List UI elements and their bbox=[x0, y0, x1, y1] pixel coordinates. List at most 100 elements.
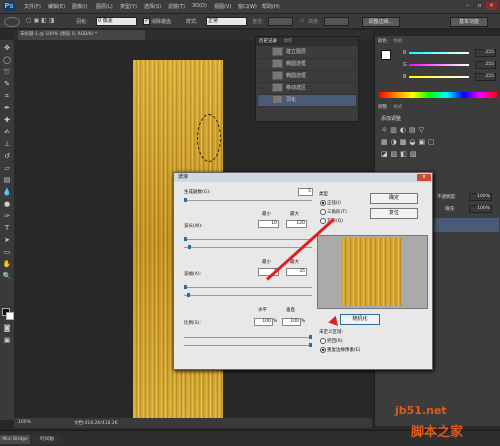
eyedropper-tool-icon[interactable]: ✒ bbox=[2, 104, 12, 113]
adjustments-tab[interactable]: 调整 bbox=[378, 105, 387, 110]
color-spectrum[interactable] bbox=[379, 92, 497, 98]
shape-tool-icon[interactable]: ▭ bbox=[2, 248, 12, 257]
document-tab[interactable]: 未标题-1 @ 100% (图层 0, RGB/8) * bbox=[18, 30, 145, 40]
wrap-around-radio[interactable] bbox=[320, 338, 326, 344]
selection-mode-icons[interactable]: ▢ ▣ ◧ ◨ bbox=[26, 17, 66, 25]
actions-tab[interactable]: 动作 bbox=[283, 39, 292, 44]
close-icon[interactable]: × bbox=[486, 2, 497, 10]
reset-button[interactable]: 复位 bbox=[370, 208, 418, 219]
height-input[interactable] bbox=[324, 17, 349, 26]
move-tool-icon[interactable]: ✥ bbox=[2, 44, 12, 53]
style-select[interactable]: 正常 bbox=[206, 17, 247, 26]
quick-select-tool-icon[interactable]: ✎ bbox=[2, 80, 12, 89]
history-item[interactable]: 建立图层 bbox=[258, 47, 356, 59]
dialog-close-icon[interactable]: × bbox=[417, 174, 431, 181]
opacity-label: 不透明度: bbox=[437, 195, 457, 200]
ellipse-marquee-icon[interactable] bbox=[4, 17, 20, 27]
feather-input[interactable]: 0 像素 bbox=[96, 17, 137, 26]
scale-h-slider[interactable] bbox=[309, 335, 312, 339]
swatches-tab[interactable]: 色板 bbox=[393, 39, 402, 44]
menu-help[interactable]: 帮助(H) bbox=[262, 3, 280, 10]
eraser-tool-icon[interactable]: ▱ bbox=[2, 164, 12, 173]
randomize-button[interactable]: 随机化 bbox=[340, 314, 380, 325]
history-item[interactable]: 椭圆选框 bbox=[258, 71, 356, 83]
amplitude-max-input[interactable]: 35 bbox=[286, 268, 307, 276]
hand-tool-icon[interactable]: ✋ bbox=[2, 260, 12, 269]
history-item[interactable]: 移动选区 bbox=[258, 83, 356, 95]
styles-tab[interactable]: 样式 bbox=[393, 105, 402, 110]
fg-color-preview[interactable] bbox=[381, 50, 391, 60]
menu-image[interactable]: 图像(I) bbox=[72, 3, 87, 10]
adjustment-icons-row1[interactable]: ☼▥◐▤▽ bbox=[381, 126, 491, 134]
history-tab[interactable]: 历史记录 bbox=[259, 39, 277, 44]
mini-bridge-tab[interactable]: Mini Bridge bbox=[0, 435, 30, 444]
wavelength-max-input[interactable]: 120 bbox=[286, 220, 307, 228]
fill-input[interactable]: 100% bbox=[469, 205, 492, 213]
gradient-tool-icon[interactable]: ▤ bbox=[2, 176, 12, 185]
blur-tool-icon[interactable]: 💧 bbox=[2, 188, 12, 197]
lasso-tool-icon[interactable]: ➰ bbox=[2, 68, 12, 77]
path-select-tool-icon[interactable]: ➤ bbox=[2, 236, 12, 245]
type-triangle-radio[interactable] bbox=[320, 209, 326, 215]
timeline-tab[interactable]: 时间轴 bbox=[32, 435, 62, 444]
antialias-checkbox[interactable]: ✓ bbox=[143, 18, 150, 25]
r-slider[interactable] bbox=[409, 52, 469, 54]
swap-icon[interactable]: ⇄ bbox=[300, 18, 304, 24]
color-tab[interactable]: 颜色 bbox=[378, 39, 387, 44]
repeat-edge-radio[interactable] bbox=[320, 347, 326, 353]
quick-mask-icon[interactable]: ◙ bbox=[2, 324, 12, 333]
screen-mode-icon[interactable]: ▣ bbox=[2, 336, 12, 345]
generators-slider[interactable] bbox=[184, 198, 187, 202]
type-square-radio[interactable] bbox=[320, 218, 326, 224]
wavelength-max-slider[interactable] bbox=[188, 245, 191, 249]
menu-layer[interactable]: 图层(L) bbox=[96, 3, 113, 10]
adjustment-icons-row2[interactable]: ▦◑▩◒▣▢ bbox=[381, 138, 491, 146]
scale-h-input[interactable]: 100 bbox=[254, 318, 273, 326]
b-value[interactable]: 255 bbox=[475, 73, 496, 81]
refine-edge-button[interactable]: 调整边缘... bbox=[362, 17, 400, 27]
pen-tool-icon[interactable]: ✑ bbox=[2, 212, 12, 221]
minimize-icon[interactable]: – bbox=[462, 2, 473, 10]
menu-filter[interactable]: 滤镜(T) bbox=[168, 3, 185, 10]
g-slider[interactable] bbox=[409, 64, 469, 66]
menu-window[interactable]: 窗口(W) bbox=[238, 3, 257, 10]
menu-view[interactable]: 视图(V) bbox=[214, 3, 231, 10]
zoom-tool-icon[interactable]: 🔍 bbox=[2, 272, 12, 281]
scale-v-input[interactable]: 100 bbox=[282, 318, 301, 326]
wavelength-min-slider[interactable] bbox=[184, 237, 187, 241]
maximize-icon[interactable]: ▫ bbox=[474, 2, 485, 10]
history-item[interactable]: 椭圆选框 bbox=[258, 59, 356, 71]
amplitude-min-slider[interactable] bbox=[184, 285, 187, 289]
menu-3d[interactable]: 3D(D) bbox=[192, 3, 207, 9]
scale-v-slider[interactable] bbox=[309, 343, 312, 347]
layer-row-selected[interactable] bbox=[427, 218, 499, 232]
stamp-tool-icon[interactable]: ⊥ bbox=[2, 140, 12, 149]
ok-button[interactable]: 确定 bbox=[370, 193, 418, 204]
amplitude-max-slider[interactable] bbox=[187, 293, 190, 297]
ellipse-selection[interactable] bbox=[197, 114, 221, 162]
type-sine-radio[interactable] bbox=[320, 200, 326, 206]
dodge-tool-icon[interactable]: ● bbox=[2, 200, 12, 209]
r-value[interactable]: 255 bbox=[475, 49, 496, 57]
history-brush-tool-icon[interactable]: ↺ bbox=[2, 152, 12, 161]
brush-tool-icon[interactable]: ✍ bbox=[2, 128, 12, 137]
generators-input[interactable]: 5 bbox=[298, 188, 313, 196]
marquee-tool-icon[interactable]: ◯ bbox=[2, 56, 12, 65]
menu-edit[interactable]: 编辑(E) bbox=[48, 3, 65, 10]
wavelength-min-input[interactable]: 10 bbox=[258, 220, 279, 228]
menu-file[interactable]: 文件(F) bbox=[24, 3, 41, 10]
adjustment-icons-row3[interactable]: ◪▨◧▧ bbox=[381, 150, 491, 158]
zoom-level[interactable]: 100% bbox=[18, 420, 31, 425]
type-tool-icon[interactable]: T bbox=[2, 224, 12, 233]
width-input[interactable] bbox=[268, 17, 293, 26]
menu-select[interactable]: 选择(S) bbox=[144, 3, 161, 10]
workspace-select[interactable]: 基本功能 bbox=[450, 17, 488, 27]
g-value[interactable]: 255 bbox=[475, 61, 496, 69]
b-slider[interactable] bbox=[409, 76, 469, 78]
background-color-swatch[interactable] bbox=[6, 312, 14, 320]
crop-tool-icon[interactable]: ⌗ bbox=[2, 92, 12, 101]
menu-type[interactable]: 类型(Y) bbox=[120, 3, 137, 10]
opacity-input[interactable]: 100% bbox=[469, 193, 492, 201]
healing-tool-icon[interactable]: ✚ bbox=[2, 116, 12, 125]
history-item-selected[interactable]: 羽化 bbox=[258, 95, 356, 107]
